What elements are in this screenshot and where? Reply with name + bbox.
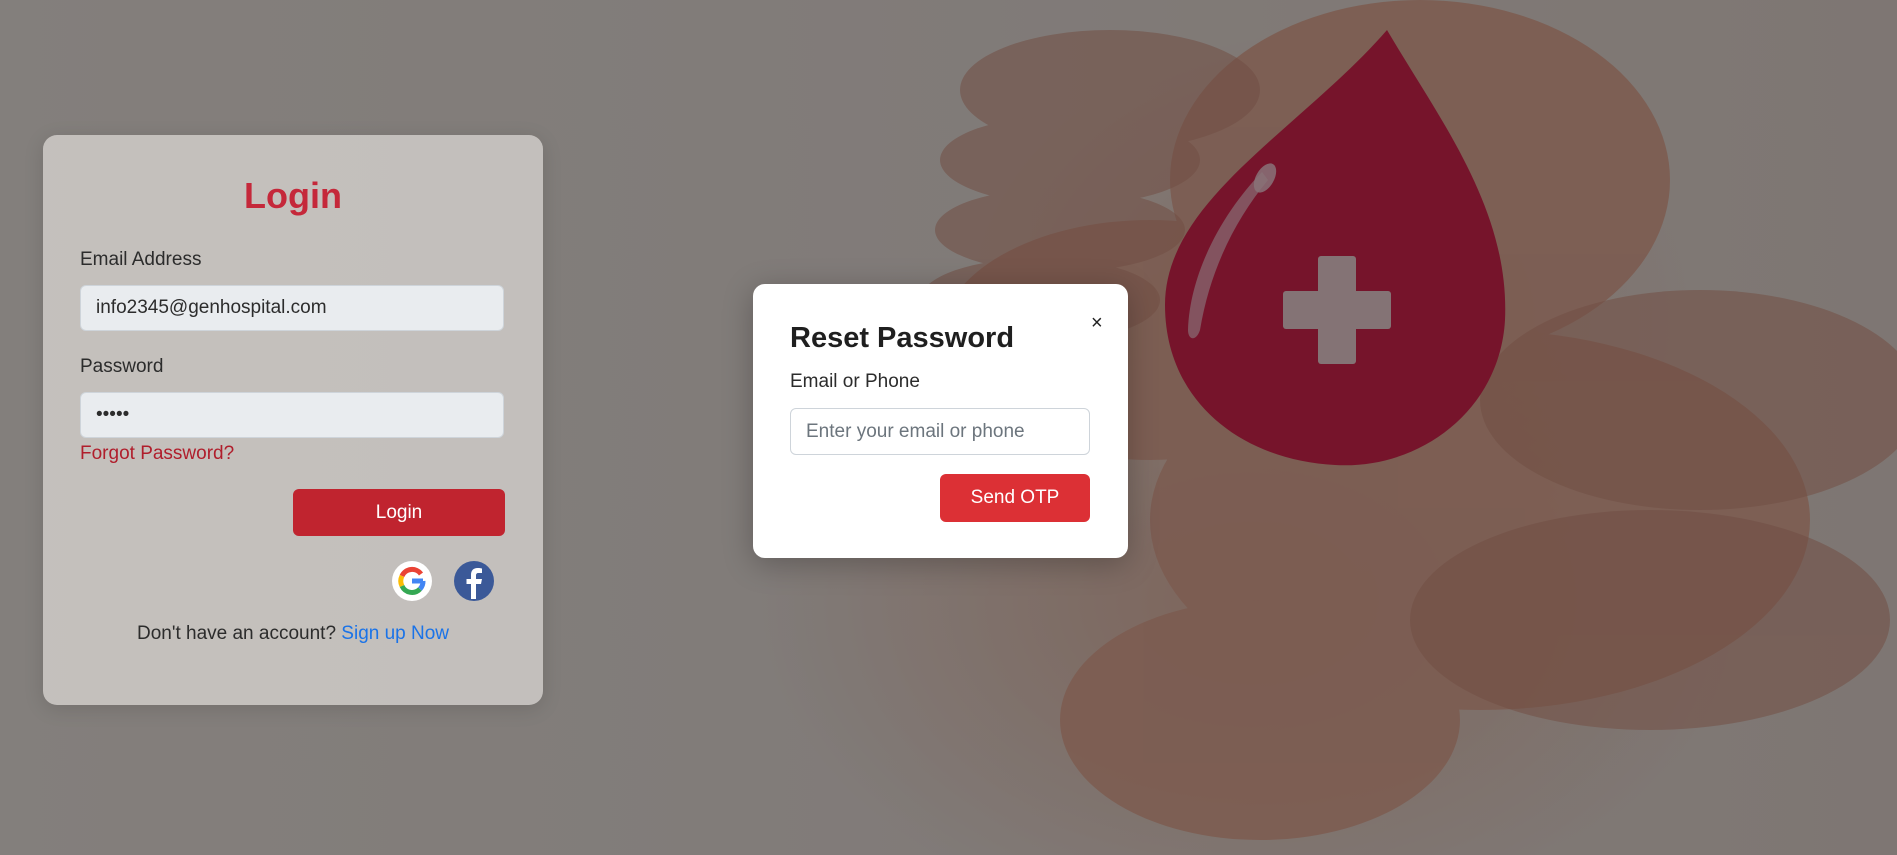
google-login-button[interactable] [392,561,432,601]
google-icon [398,566,426,595]
send-otp-button[interactable]: Send OTP [940,474,1090,522]
facebook-login-button[interactable] [454,561,494,601]
modal-title: Reset Password [790,322,1015,354]
reset-password-modal: Reset Password × Email or Phone Send OTP [753,284,1128,558]
email-field[interactable]: info2345@genhospital.com [80,285,504,331]
login-button[interactable]: Login [293,489,505,536]
forgot-password-link[interactable]: Forgot Password? [80,443,234,465]
email-label: Email Address [80,249,202,270]
password-field[interactable]: ••••• [80,392,504,438]
password-label: Password [80,356,164,377]
login-title: Login [244,175,342,216]
signup-prompt: Don't have an account? Sign up Now [43,623,543,645]
email-or-phone-input[interactable] [790,408,1090,455]
login-card: Login Email Address info2345@genhospital… [43,135,543,705]
signup-link[interactable]: Sign up Now [341,623,449,644]
facebook-icon [466,568,482,599]
signup-prompt-text: Don't have an account? [136,623,342,644]
close-icon[interactable]: × [1091,312,1103,335]
email-or-phone-label: Email or Phone [790,371,920,392]
